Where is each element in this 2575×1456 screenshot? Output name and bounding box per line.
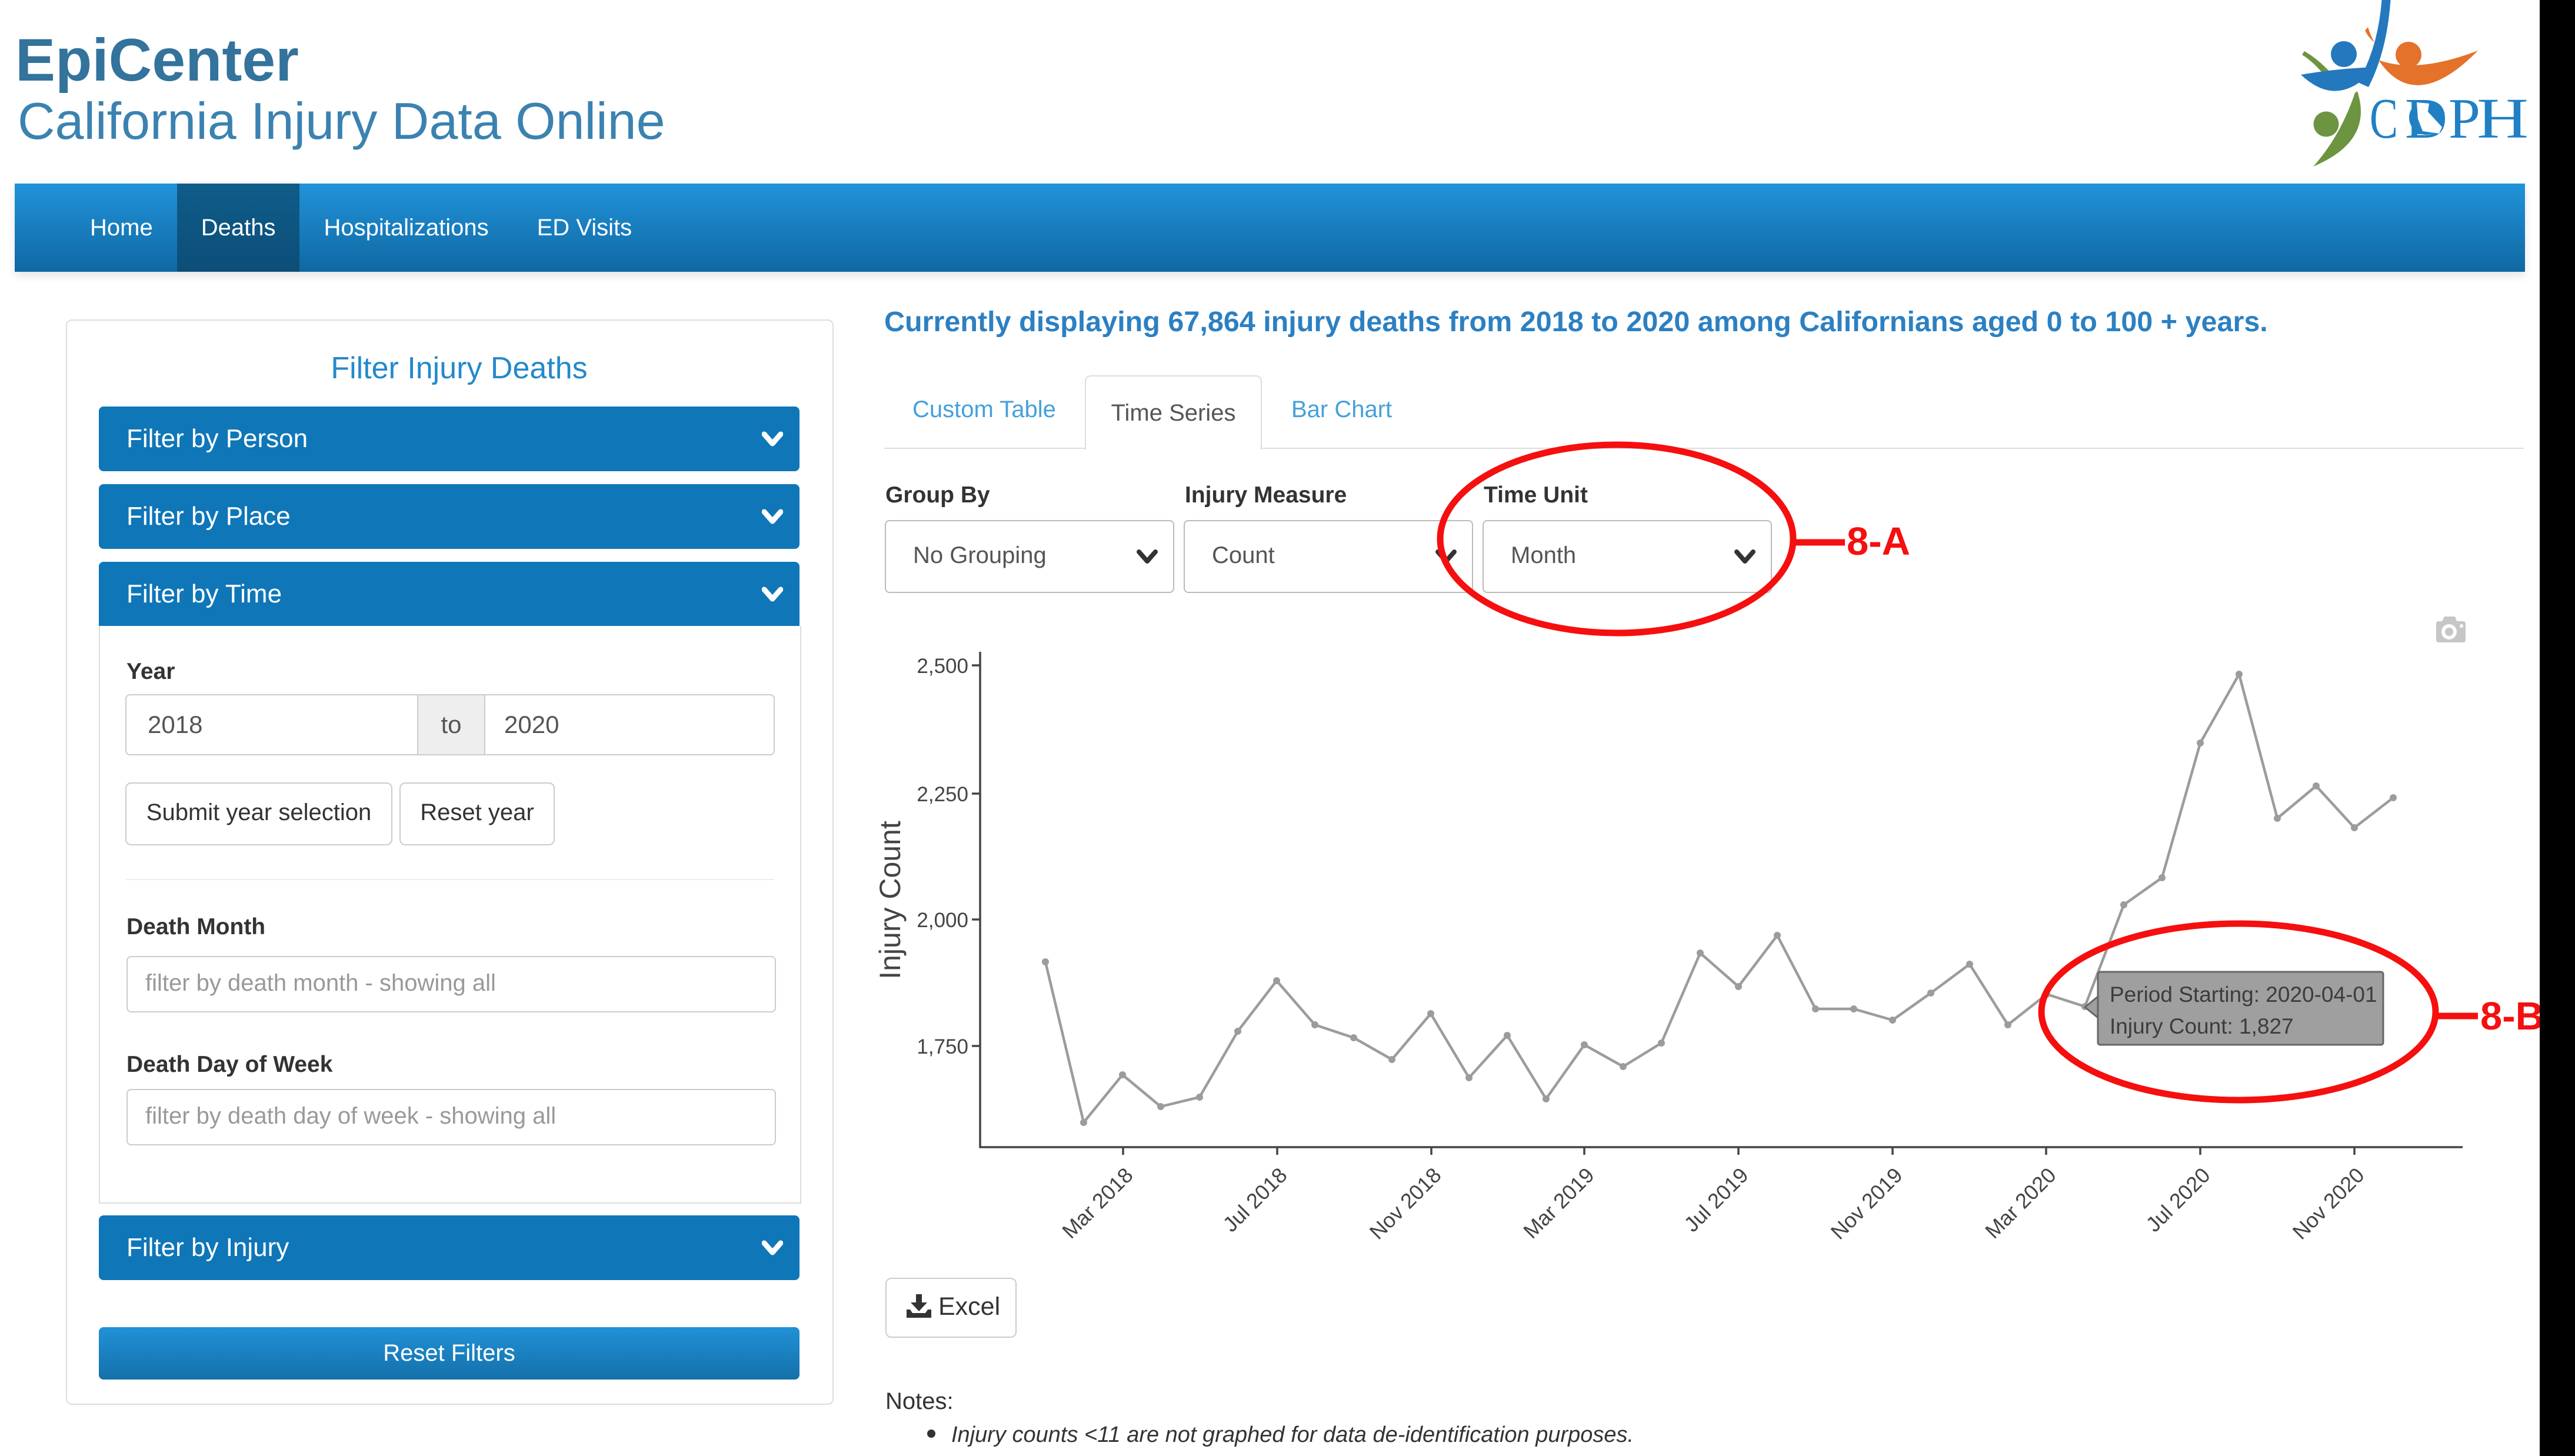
svg-text:2,250: 2,250 — [917, 783, 968, 806]
svg-text:C: C — [2370, 87, 2398, 150]
svg-text:2,500: 2,500 — [917, 655, 968, 678]
svg-text:P: P — [2449, 87, 2480, 150]
svg-text:Mar 2020: Mar 2020 — [1980, 1163, 2061, 1244]
svg-text:Mar 2019: Mar 2019 — [1518, 1163, 1599, 1244]
svg-text:8-B: 8-B — [2480, 994, 2544, 1038]
svg-text:1,750: 1,750 — [917, 1035, 968, 1058]
svg-text:Injury Count: Injury Count — [874, 821, 907, 979]
svg-text:Nov 2018: Nov 2018 — [1365, 1163, 1446, 1244]
svg-text:Period Starting: 2020-04-01: Period Starting: 2020-04-01 — [2110, 982, 2377, 1007]
svg-text:Injury Count: 1,827: Injury Count: 1,827 — [2110, 1014, 2294, 1038]
svg-text:Jul 2018: Jul 2018 — [1218, 1163, 1291, 1237]
svg-text:2,000: 2,000 — [917, 909, 968, 932]
svg-text:8-A: 8-A — [1847, 519, 1910, 564]
svg-text:H: H — [2477, 87, 2529, 150]
svg-text:Nov 2019: Nov 2019 — [1826, 1163, 1907, 1244]
svg-text:Jul 2020: Jul 2020 — [2141, 1163, 2214, 1237]
svg-text:Nov 2020: Nov 2020 — [2288, 1163, 2369, 1244]
svg-text:Jul 2019: Jul 2019 — [1679, 1163, 1753, 1237]
svg-text:Mar 2018: Mar 2018 — [1057, 1163, 1138, 1244]
